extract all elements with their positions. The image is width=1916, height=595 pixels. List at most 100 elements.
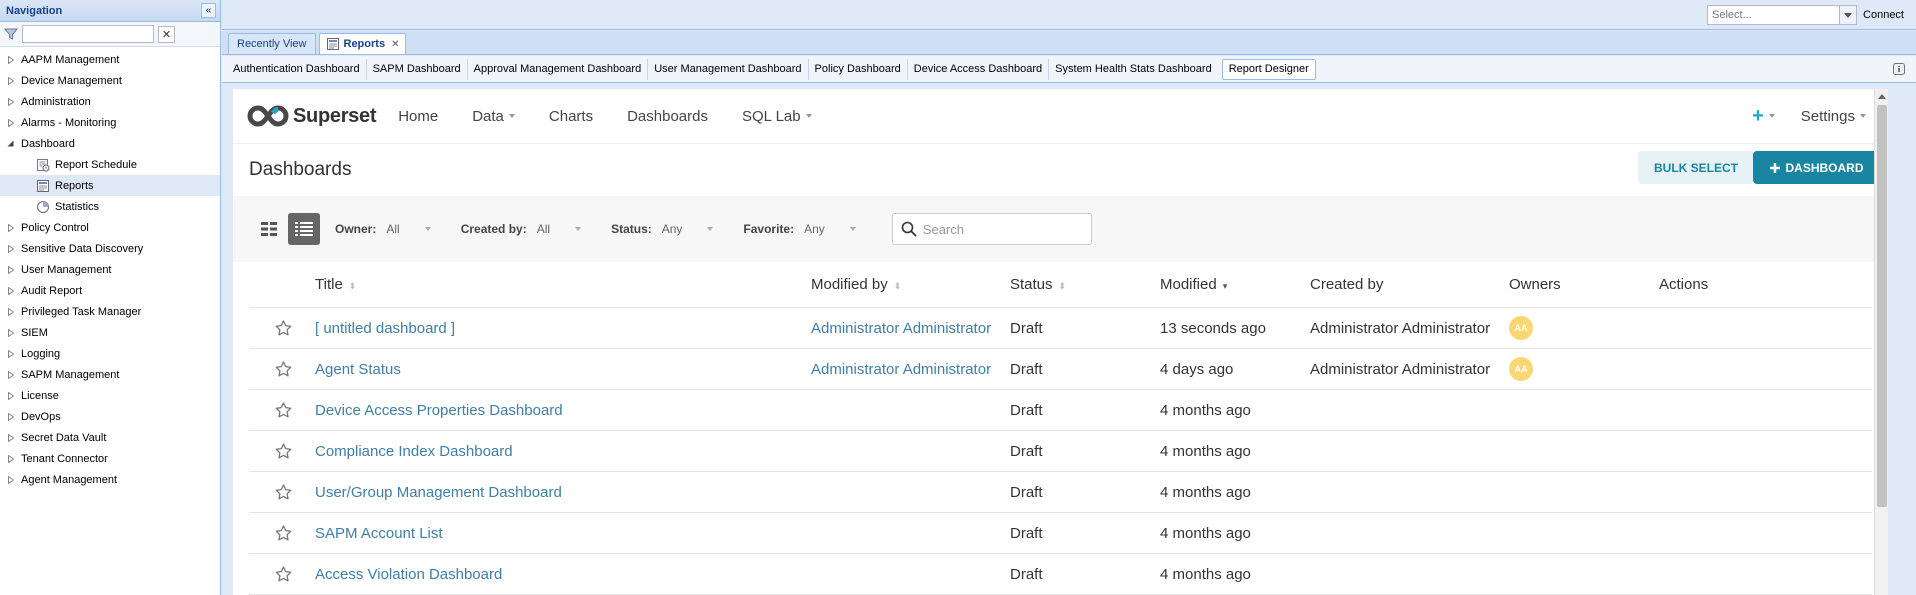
tree-item-aapm-management[interactable]: AAPM Management (0, 49, 220, 70)
tree-item-sapm-management[interactable]: SAPM Management (0, 364, 220, 385)
clear-filter-icon[interactable]: ✕ (158, 25, 175, 43)
tree-item-administration[interactable]: Administration (0, 91, 220, 112)
add-dashboard-button[interactable]: DASHBOARD (1753, 151, 1880, 184)
expand-arrow-icon[interactable] (6, 223, 15, 232)
collapse-arrow-icon[interactable] (6, 139, 15, 148)
expand-arrow-icon[interactable] (6, 370, 15, 379)
favorite-star-icon[interactable] (249, 320, 315, 336)
tab-recently-view[interactable]: Recently View (228, 33, 316, 54)
expand-arrow-icon[interactable] (6, 286, 15, 295)
tree-item-policy-control[interactable]: Policy Control (0, 217, 220, 238)
tree-item-alarms-monitoring[interactable]: Alarms - Monitoring (0, 112, 220, 133)
bulk-select-button[interactable]: BULK SELECT (1638, 151, 1754, 184)
tab-authentication-dashboard[interactable]: Authentication Dashboard (227, 58, 367, 80)
tab-report-designer[interactable]: Report Designer (1221, 58, 1316, 80)
info-icon[interactable] (1892, 62, 1906, 76)
tree-item-user-management[interactable]: User Management (0, 259, 220, 280)
tree-item-devops[interactable]: DevOps (0, 406, 220, 427)
tree-item-report-schedule[interactable]: Report Schedule (0, 154, 220, 175)
tree-item-sensitive-data-discovery[interactable]: Sensitive Data Discovery (0, 238, 220, 259)
avatar[interactable]: AA (1509, 357, 1533, 381)
expand-arrow-icon[interactable] (6, 97, 15, 106)
menu-charts[interactable]: Charts (549, 108, 593, 125)
tree-item-reports[interactable]: Reports (0, 175, 220, 196)
expand-arrow-icon[interactable] (6, 265, 15, 274)
dashboard-title-link[interactable]: Agent Status (315, 361, 811, 378)
scroll-up-icon[interactable] (1875, 89, 1888, 103)
tree-item-statistics[interactable]: Statistics (0, 196, 220, 217)
expand-arrow-icon[interactable] (6, 118, 15, 127)
tree-item-logging[interactable]: Logging (0, 343, 220, 364)
card-view-button[interactable] (253, 213, 285, 245)
tab-system-health-stats-dashboard[interactable]: System Health Stats Dashboard (1049, 59, 1218, 80)
status-filter[interactable]: Status: Any (611, 222, 714, 236)
tab-reports[interactable]: Reports ✕ (318, 33, 407, 54)
tab-sapm-dashboard[interactable]: SAPM Dashboard (367, 58, 468, 80)
scrollbar-thumb[interactable] (1877, 105, 1887, 507)
superset-logo[interactable]: Superset (247, 105, 376, 128)
new-menu-button[interactable]: + (1752, 105, 1775, 128)
expand-arrow-icon[interactable] (6, 244, 15, 253)
expand-arrow-icon[interactable] (6, 475, 15, 484)
connect-button[interactable]: Connect (1863, 9, 1904, 21)
tab-policy-dashboard[interactable]: Policy Dashboard (809, 58, 908, 80)
expand-arrow-icon[interactable] (6, 328, 15, 337)
menu-dashboards[interactable]: Dashboards (627, 108, 708, 125)
expand-arrow-icon[interactable] (6, 433, 15, 442)
modified-by-link[interactable]: Administrator Administrator (811, 361, 1010, 378)
list-view-button[interactable] (288, 213, 320, 245)
tree-item-agent-management[interactable]: Agent Management (0, 469, 220, 490)
tree-item-audit-report[interactable]: Audit Report (0, 280, 220, 301)
connection-select[interactable]: Select... (1707, 5, 1858, 25)
expand-arrow-icon[interactable] (6, 76, 15, 85)
expand-arrow-icon[interactable] (6, 55, 15, 64)
created-by-filter[interactable]: Created by: All (461, 222, 582, 236)
navigation-filter-input[interactable] (22, 25, 154, 43)
avatar[interactable]: AA (1509, 316, 1533, 340)
vertical-scrollbar[interactable] (1874, 89, 1888, 595)
close-tab-icon[interactable]: ✕ (391, 39, 399, 50)
dashboard-title-link[interactable]: Compliance Index Dashboard (315, 443, 811, 460)
dashboard-title-link[interactable]: SAPM Account List (315, 525, 811, 542)
favorite-star-icon[interactable] (249, 566, 315, 582)
favorite-star-icon[interactable] (249, 484, 315, 500)
tree-item-tenant-connector[interactable]: Tenant Connector (0, 448, 220, 469)
dashboard-title-link[interactable]: [ untitled dashboard ] (315, 320, 811, 337)
column-modified-by[interactable]: Modified by ⬍ (811, 276, 1010, 293)
menu-sql-lab[interactable]: SQL Lab (742, 108, 812, 125)
menu-home[interactable]: Home (398, 108, 438, 125)
dashboard-title-link[interactable]: User/Group Management Dashboard (315, 484, 811, 501)
column-status[interactable]: Status ⬍ (1010, 276, 1160, 293)
expand-arrow-icon[interactable] (6, 307, 15, 316)
tree-item-siem[interactable]: SIEM (0, 322, 220, 343)
column-title[interactable]: Title ⬍ (315, 276, 811, 293)
collapse-panel-icon[interactable]: « (201, 3, 216, 18)
favorite-star-icon[interactable] (249, 402, 315, 418)
tree-item-privileged-task-manager[interactable]: Privileged Task Manager (0, 301, 220, 322)
tab-device-access-dashboard[interactable]: Device Access Dashboard (908, 58, 1050, 80)
expand-arrow-icon[interactable] (6, 454, 15, 463)
tree-item-secret-data-vault[interactable]: Secret Data Vault (0, 427, 220, 448)
favorite-star-icon[interactable] (249, 361, 315, 377)
chevron-down-icon[interactable] (1839, 6, 1857, 24)
search-input[interactable]: Search (891, 213, 1092, 245)
favorite-star-icon[interactable] (249, 525, 315, 541)
settings-menu[interactable]: Settings (1801, 108, 1866, 125)
dashboard-title-link[interactable]: Device Access Properties Dashboard (315, 402, 811, 419)
favorite-star-icon[interactable] (249, 443, 315, 459)
tab-user-management-dashboard[interactable]: User Management Dashboard (648, 58, 809, 80)
expand-arrow-icon[interactable] (6, 412, 15, 421)
favorite-filter[interactable]: Favorite: Any (743, 222, 856, 236)
expand-arrow-icon[interactable] (6, 391, 15, 400)
modified-by-link[interactable]: Administrator Administrator (811, 320, 1010, 337)
tab-approval-management-dashboard[interactable]: Approval Management Dashboard (468, 58, 649, 80)
dashboard-title-link[interactable]: Access Violation Dashboard (315, 566, 811, 583)
menu-data[interactable]: Data (472, 108, 515, 125)
tree-item-license[interactable]: License (0, 385, 220, 406)
column-modified[interactable]: Modified ▾ (1160, 276, 1310, 293)
tree-item-device-management[interactable]: Device Management (0, 70, 220, 91)
filter-icon[interactable] (4, 27, 18, 41)
expand-arrow-icon[interactable] (6, 349, 15, 358)
owner-filter[interactable]: Owner: All (335, 222, 431, 236)
tree-item-dashboard[interactable]: Dashboard (0, 133, 220, 154)
